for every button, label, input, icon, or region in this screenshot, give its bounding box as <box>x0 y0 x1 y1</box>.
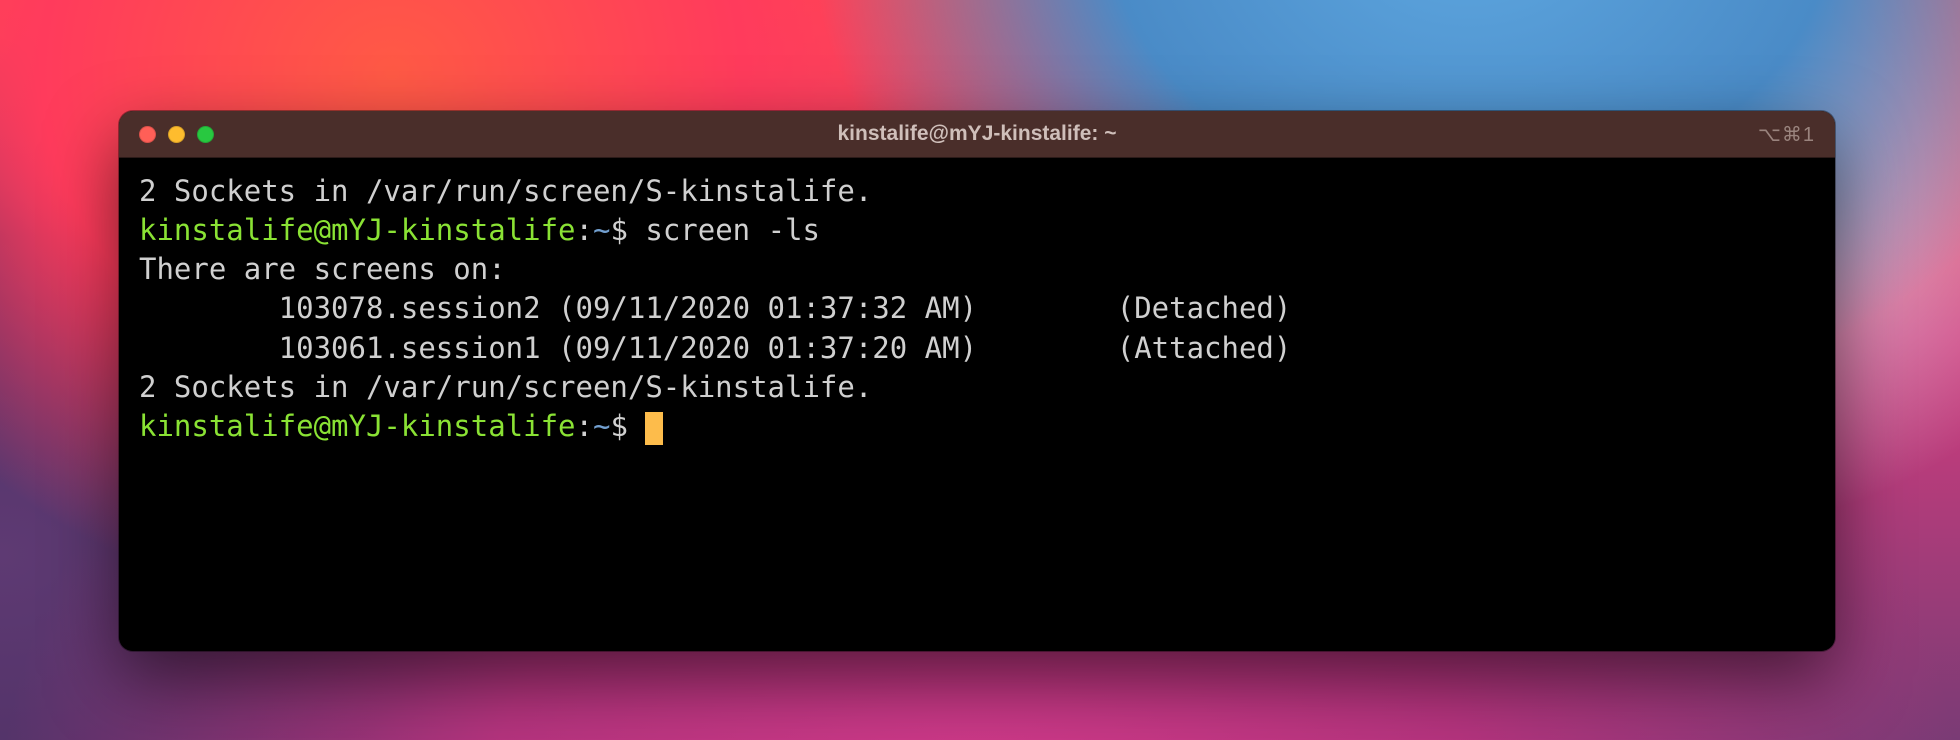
traffic-lights <box>119 126 214 143</box>
prompt-sep: : <box>576 213 593 247</box>
prompt-userhost: kinstalife@mYJ-kinstalife <box>139 409 576 443</box>
pane-indicator: ⌥⌘1 <box>1758 122 1815 147</box>
prompt-path: ~ <box>593 213 610 247</box>
terminal-window: kinstalife@mYJ-kinstalife: ~ ⌥⌘1 2 Socke… <box>119 111 1835 651</box>
cursor <box>645 412 663 445</box>
terminal-body[interactable]: 2 Sockets in /var/run/screen/S-kinstalif… <box>119 158 1835 651</box>
command-text: screen -ls <box>628 213 820 247</box>
prompt-sep: : <box>576 409 593 443</box>
output-line: 103078.session2 (09/11/2020 01:37:32 AM)… <box>139 291 1291 325</box>
prompt-symbol: $ <box>610 213 627 247</box>
minimize-button[interactable] <box>168 126 185 143</box>
prompt-path: ~ <box>593 409 610 443</box>
prompt-userhost: kinstalife@mYJ-kinstalife <box>139 213 576 247</box>
close-button[interactable] <box>139 126 156 143</box>
zoom-button[interactable] <box>197 126 214 143</box>
titlebar[interactable]: kinstalife@mYJ-kinstalife: ~ ⌥⌘1 <box>119 111 1835 158</box>
output-line: 2 Sockets in /var/run/screen/S-kinstalif… <box>139 174 872 208</box>
output-line: 2 Sockets in /var/run/screen/S-kinstalif… <box>139 370 872 404</box>
output-line: There are screens on: <box>139 252 506 286</box>
output-line: 103061.session1 (09/11/2020 01:37:20 AM)… <box>139 331 1291 365</box>
prompt-symbol: $ <box>610 409 627 443</box>
window-title: kinstalife@mYJ-kinstalife: ~ <box>119 122 1835 146</box>
